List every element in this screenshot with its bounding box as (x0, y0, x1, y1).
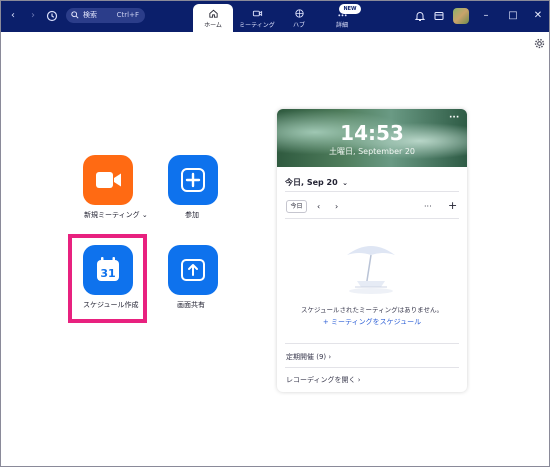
divider (285, 218, 459, 219)
plus-icon: + (322, 318, 331, 326)
tab-more-label: 詳細 (335, 22, 348, 29)
next-day-icon[interactable]: › (335, 200, 338, 213)
tab-meetings[interactable]: ミーティング (236, 4, 278, 32)
calendar-card: 14:53 土曜日, September 20 ··· 今日, Sep 20 ⌄… (277, 109, 467, 392)
settings-gear-icon[interactable] (534, 38, 545, 49)
close-icon[interactable]: ✕ (531, 9, 545, 23)
prev-day-icon[interactable]: ‹ (317, 200, 320, 213)
history-icon[interactable] (45, 9, 59, 23)
new-meeting-button[interactable] (83, 155, 133, 205)
highlight-box (68, 234, 147, 323)
chevron-down-icon: ⌄ (339, 179, 348, 187)
divider (285, 343, 459, 344)
banner-more-icon[interactable]: ··· (449, 113, 459, 123)
hub-icon (294, 9, 304, 18)
join-button[interactable] (168, 155, 218, 205)
chevron-right-icon: › (328, 353, 332, 361)
schedule-meeting-link[interactable]: + ミーティングをスケジュール (277, 317, 467, 327)
app-window: ‹ › 検索 Ctrl+F ホーム ミーティング ハブ 詳細 NEW – □ ✕… (0, 0, 550, 467)
maximize-icon[interactable]: □ (506, 9, 520, 23)
search-icon (71, 11, 79, 19)
forward-arrow-icon[interactable]: › (26, 9, 40, 23)
chevron-down-icon[interactable]: ⌄ (142, 211, 148, 219)
tab-hub[interactable]: ハブ (283, 4, 315, 32)
search-label: 検索 (83, 11, 97, 19)
minimize-icon[interactable]: – (479, 9, 493, 23)
clock-date: 土曜日, September 20 (328, 147, 416, 156)
search-box[interactable]: 検索 Ctrl+F (66, 8, 145, 23)
new-badge: NEW (339, 4, 361, 14)
day-selector[interactable]: 今日, Sep 20 ⌄ (285, 177, 348, 188)
today-button[interactable]: 今日 (286, 200, 307, 213)
tab-meetings-label: ミーティング (239, 22, 275, 29)
share-screen-label: 画面共有 (177, 301, 205, 309)
video-camera-icon (96, 172, 121, 188)
bell-icon[interactable] (413, 9, 427, 23)
video-icon (252, 10, 262, 17)
chevron-right-icon: › (357, 376, 361, 384)
open-recordings-link[interactable]: レコーディングを開く › (286, 375, 361, 385)
join-label: 参加 (185, 211, 199, 219)
clock-time: 14:53 (340, 121, 404, 145)
divider (285, 191, 459, 192)
home-icon (208, 9, 218, 18)
search-shortcut: Ctrl+F (116, 11, 139, 19)
share-up-arrow-icon (181, 259, 205, 281)
avatar[interactable] (453, 8, 469, 24)
share-screen-button[interactable] (168, 245, 218, 295)
whiteboard-icon[interactable] (432, 9, 446, 23)
empty-message: スケジュールされたミーティングはありません。 (301, 306, 443, 314)
recurring-meetings-link[interactable]: 定期開催 (9) › (286, 352, 331, 362)
title-bar: ‹ › 検索 Ctrl+F ホーム ミーティング ハブ 詳細 NEW – □ ✕ (1, 1, 549, 32)
add-event-icon[interactable]: + (448, 199, 457, 212)
new-meeting-label: 新規ミーティング ⌄ (84, 211, 148, 219)
plus-icon (181, 168, 205, 192)
tab-home[interactable]: ホーム (193, 4, 233, 32)
tab-home-label: ホーム (204, 22, 222, 29)
calendar-more-icon[interactable]: ··· (424, 200, 432, 213)
back-arrow-icon[interactable]: ‹ (6, 9, 20, 23)
divider (285, 367, 459, 368)
beach-umbrella-illustration-icon (347, 246, 395, 294)
tab-hub-label: ハブ (292, 22, 305, 29)
